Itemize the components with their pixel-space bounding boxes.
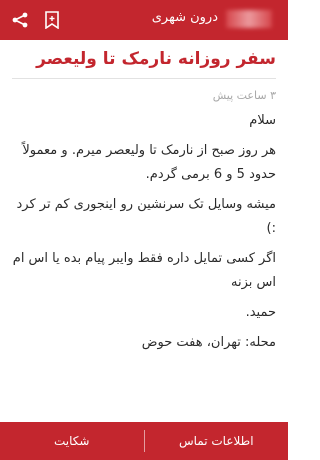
post-location: محله: تهران، هفت حوض bbox=[141, 335, 276, 350]
post-paragraph: هر روز صبح از نارمک تا ولیعصر میرم. و مع… bbox=[22, 143, 276, 182]
post-title: سفر روزانه نارمک تا ولیعصر bbox=[12, 48, 276, 79]
post-content: سفر روزانه نارمک تا ولیعصر ۳ ساعت پیش سل… bbox=[12, 48, 276, 361]
bottom-action-bar: شکایت اطلاعات تماس bbox=[0, 422, 288, 460]
blurred-header-region bbox=[226, 10, 272, 28]
post-body: سلام هر روز صبح از نارمک تا ولیعصر میرم.… bbox=[12, 109, 276, 355]
post-paragraph: اگر کسی تمایل داره فقط وایبر پیام بده یا… bbox=[12, 251, 276, 290]
post-paragraph: میشه وسایل تک سرنشین رو اینجوری کم تر کر… bbox=[16, 197, 276, 236]
contact-info-button[interactable]: اطلاعات تماس bbox=[145, 422, 289, 460]
top-app-bar: درون شهری bbox=[0, 0, 288, 40]
header-title: درون شهری bbox=[151, 10, 218, 25]
post-paragraph: سلام bbox=[249, 113, 276, 128]
post-timestamp: ۳ ساعت پیش bbox=[212, 89, 276, 102]
bookmark-plus-icon[interactable] bbox=[40, 8, 64, 32]
share-icon[interactable] bbox=[8, 8, 32, 32]
report-button[interactable]: شکایت bbox=[0, 422, 144, 460]
post-paragraph: حمید. bbox=[245, 305, 276, 320]
